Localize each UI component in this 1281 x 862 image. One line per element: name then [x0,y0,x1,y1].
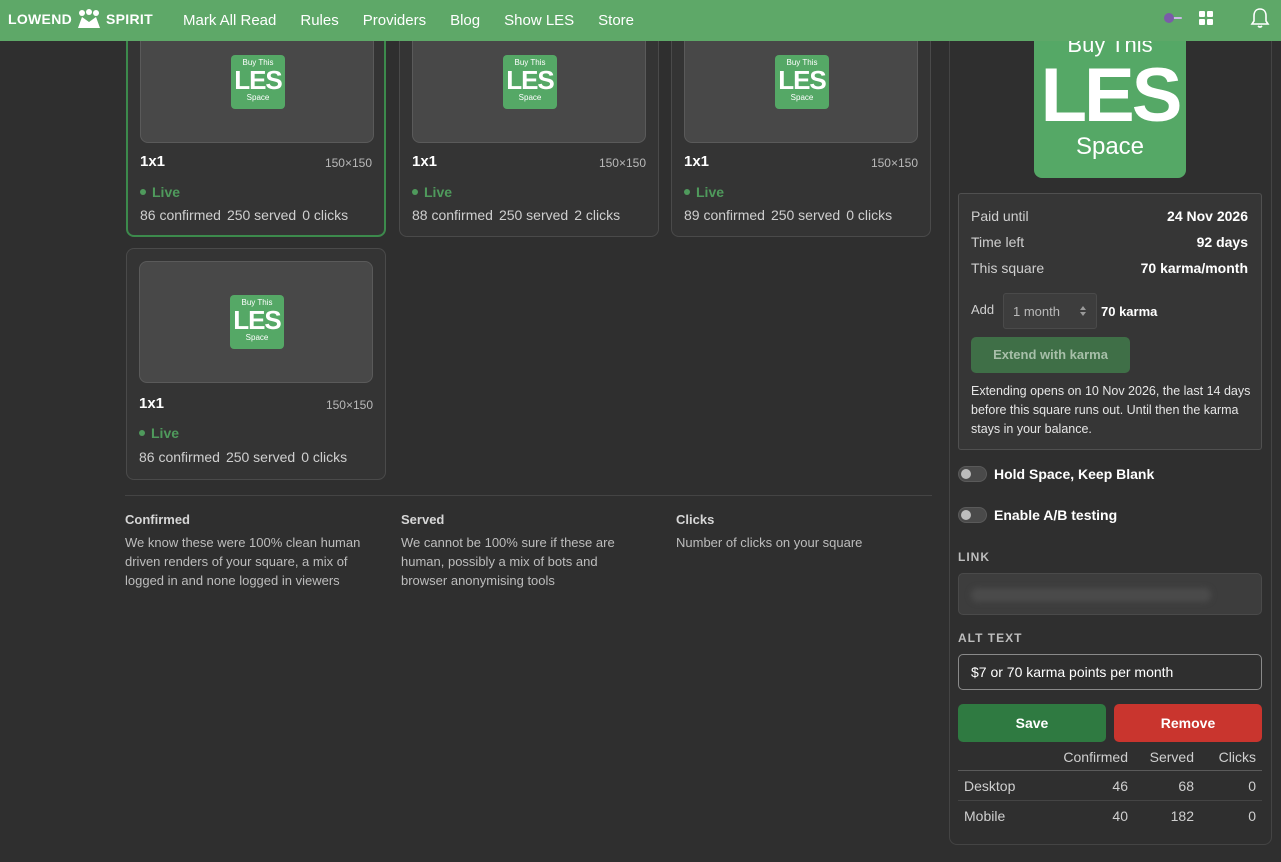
legend-clicks: Clicks Number of clicks on your square [676,512,926,552]
square-dimensions: 150×150 [598,156,646,170]
square-size: 1x1 [139,395,165,412]
status-dot-icon [139,430,145,436]
nav-mark-all-read[interactable]: Mark All Read [183,12,276,29]
apps-grid-icon[interactable] [1199,11,1213,25]
time-left-row: Time left 92 days [971,234,1248,250]
extend-note: Extending opens on 10 Nov 2026, the last… [971,384,1251,436]
legend-confirmed: Confirmed We know these were 100% clean … [125,512,375,590]
nav-providers[interactable]: Providers [363,12,426,29]
square-stats: 89 confirmed 250 served 0 clicks [684,207,893,223]
hold-space-toggle[interactable] [958,466,987,482]
link-input[interactable] [958,573,1262,615]
top-nav-bar: LOWEND SPIRIT Mark All Read Rules Provid… [0,0,1281,41]
ab-testing-toggle[interactable] [958,507,987,523]
table-header: Confirmed Served Clicks [958,743,1262,771]
legend-title: Clicks [676,512,715,527]
ab-testing-label: Enable A/B testing [994,507,1118,523]
legend-text: Number of clicks on your square [676,535,863,550]
square-stats: 86 confirmed 250 served 0 clicks [139,449,348,465]
section-divider [125,495,932,496]
hold-space-label: Hold Space, Keep Blank [994,466,1155,482]
billing-info-box: Paid until 24 Nov 2026 Time left 92 days T… [958,193,1262,450]
status-live: Live [139,425,179,441]
main-nav: Mark All Read Rules Providers Blog Show … [183,0,658,41]
square-preview-image: Buy This LES Space [1034,22,1186,178]
add-label: Add [971,302,995,317]
nav-store[interactable]: Store [598,12,634,29]
nav-rules[interactable]: Rules [300,12,338,29]
legend-served: Served We cannot be 100% sure if these a… [401,512,636,590]
les-badge: Buy This LES Space [775,55,829,109]
theme-toggle-icon[interactable] [1163,12,1183,24]
legend-title: Confirmed [125,512,190,527]
status-dot-icon [140,189,146,195]
square-price-row: This square 70 karma/month [971,260,1248,276]
square-dimensions: 150×150 [870,156,918,170]
square-card[interactable]: Buy This LES Space 1x1 150×150 Live 86 con… [126,248,386,480]
add-karma-cost: 70 karma [1101,304,1158,319]
logo-hands-icon [78,9,101,28]
table-row: Mobile 40 182 0 [964,808,1256,824]
status-dot-icon [684,189,690,195]
ab-testing-toggle-row[interactable]: Enable A/B testing [958,507,1117,523]
status-dot-icon [412,189,418,195]
notification-bell-icon[interactable] [1250,7,1270,29]
logo-text-left: LOWEND [8,11,73,27]
legend-title: Served [401,512,445,527]
device-stats-table: Confirmed Served Clicks Desktop 46 68 0 … [958,743,1262,831]
square-stats: 86 confirmed 250 served 0 clicks [140,207,349,223]
legend-text: We cannot be 100% sure if these are huma… [401,535,615,588]
paid-until-row: Paid until 24 Nov 2026 [971,208,1248,224]
remove-button[interactable]: Remove [1114,704,1262,742]
square-size: 1x1 [140,153,166,170]
site-logo[interactable]: LOWEND SPIRIT [8,6,153,32]
nav-blog[interactable]: Blog [450,12,480,29]
select-arrows-icon [1080,306,1086,316]
alt-text-label: ALT TEXT [958,631,1023,645]
duration-select[interactable]: 1 month [1003,293,1097,329]
status-live: Live [684,184,724,200]
legend-text: We know these were 100% clean human driv… [125,535,361,588]
status-live: Live [412,184,452,200]
les-badge: Buy This LES Space [230,295,284,349]
les-badge: Buy This LES Space [231,55,285,109]
nav-show-les[interactable]: Show LES [504,12,574,29]
link-label: LINK [958,550,990,564]
hold-space-toggle-row[interactable]: Hold Space, Keep Blank [958,466,1154,482]
square-dimensions: 150×150 [324,156,372,170]
square-size: 1x1 [412,153,438,170]
logo-text-right: SPIRIT [106,11,153,27]
alt-text-input[interactable]: $7 or 70 karma points per month [958,654,1262,690]
save-button[interactable]: Save [958,704,1106,742]
status-live: Live [140,184,180,200]
les-badge: Buy This LES Space [503,55,557,109]
square-thumbnail: Buy This LES Space [139,261,373,383]
square-dimensions: 150×150 [325,398,373,412]
square-stats: 88 confirmed 250 served 2 clicks [412,207,621,223]
table-row: Desktop 46 68 0 [958,771,1262,801]
square-size: 1x1 [684,153,710,170]
extend-with-karma-button[interactable]: Extend with karma [971,337,1130,373]
